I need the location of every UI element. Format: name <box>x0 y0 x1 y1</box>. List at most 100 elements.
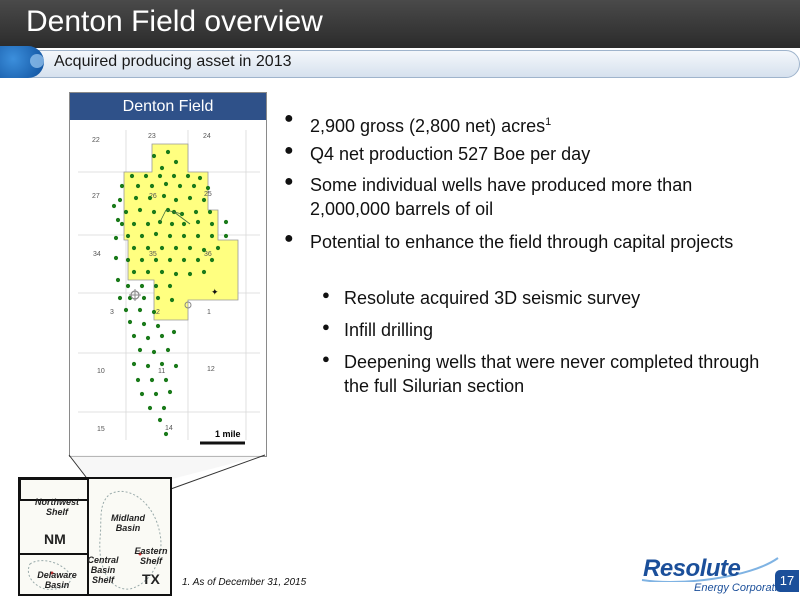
well-marker <box>223 219 229 225</box>
section-number: 24 <box>203 133 211 140</box>
section-number: 10 <box>97 368 105 375</box>
well-marker <box>173 159 179 165</box>
well-marker <box>145 245 151 251</box>
well-marker <box>139 257 145 263</box>
inset-label-nm: NM <box>44 531 66 547</box>
well-marker <box>161 405 167 411</box>
well-marker <box>145 363 151 369</box>
well-marker <box>167 233 173 239</box>
well-marker <box>173 245 179 251</box>
section-number: 14 <box>165 425 173 432</box>
well-marker <box>147 405 153 411</box>
well-marker <box>181 233 187 239</box>
company-logo: Resolute <box>643 555 741 582</box>
well-marker <box>169 221 175 227</box>
well-marker <box>145 335 151 341</box>
well-marker <box>165 149 171 155</box>
section-number: 35 <box>149 251 157 258</box>
well-marker <box>209 221 215 227</box>
well-marker <box>159 165 165 171</box>
well-marker <box>151 309 157 315</box>
well-marker <box>137 307 143 313</box>
well-marker <box>131 221 137 227</box>
well-marker <box>185 173 191 179</box>
well-marker <box>131 245 137 251</box>
well-marker <box>157 417 163 423</box>
well-marker <box>187 271 193 277</box>
well-marker <box>191 183 197 189</box>
well-marker <box>117 197 123 203</box>
bullet-dot: ● <box>284 230 294 247</box>
well-marker <box>181 221 187 227</box>
section-number: 11 <box>158 368 165 375</box>
page-number: 17 <box>775 570 799 592</box>
well-marker <box>201 247 207 253</box>
well-marker <box>187 245 193 251</box>
subtitle-accent-highlight <box>30 54 44 68</box>
well-marker <box>197 175 203 181</box>
section-number: 3 <box>110 309 114 316</box>
well-marker <box>151 349 157 355</box>
well-marker <box>149 377 155 383</box>
map-canvas: 22 23 24 27 26 25 34 35 36 3 2 1 10 11 1… <box>78 130 260 445</box>
well-marker <box>159 361 165 367</box>
well-marker <box>173 363 179 369</box>
sub-bullet-dot: ● <box>322 319 330 334</box>
well-marker <box>141 295 147 301</box>
sub-bullet-item: Deepening wells that were never complete… <box>344 352 760 396</box>
well-marker <box>149 183 155 189</box>
well-marker <box>195 233 201 239</box>
well-marker <box>111 203 117 209</box>
section-number: 27 <box>92 193 100 200</box>
well-marker <box>137 207 143 213</box>
well-marker <box>129 173 135 179</box>
well-marker <box>157 173 163 179</box>
sub-bullet-dot: ● <box>322 351 330 366</box>
well-marker <box>173 271 179 277</box>
well-marker <box>139 391 145 397</box>
well-marker <box>115 217 121 223</box>
footnote: 1. As of December 31, 2015 <box>182 577 307 588</box>
well-marker <box>201 197 207 203</box>
sub-bullet-dot: ● <box>322 287 330 302</box>
well-marker <box>131 333 137 339</box>
well-marker <box>173 197 179 203</box>
inset-label-eastern-shelf: Eastern Shelf <box>134 546 168 566</box>
section-number: 22 <box>92 137 100 144</box>
well-marker <box>153 257 159 263</box>
well-marker <box>171 329 177 335</box>
well-marker <box>159 245 165 251</box>
well-marker <box>163 181 169 187</box>
slide-subtitle: Acquired producing asset in 2013 <box>54 53 292 70</box>
section-number: 1 <box>207 309 211 316</box>
well-marker <box>177 183 183 189</box>
section-number: 23 <box>148 133 156 140</box>
bullet-dot: ● <box>284 173 294 190</box>
section-number: 15 <box>97 426 105 433</box>
well-marker <box>169 297 175 303</box>
well-marker <box>139 233 145 239</box>
slide-title: Denton Field overview <box>26 5 323 38</box>
well-marker <box>151 209 157 215</box>
well-marker <box>167 257 173 263</box>
well-marker <box>139 283 145 289</box>
well-marker <box>119 183 125 189</box>
well-marker <box>195 219 201 225</box>
well-marker <box>141 321 147 327</box>
well-marker <box>125 283 131 289</box>
inset-label-midland-basin: Midland Basin <box>111 513 145 533</box>
well-marker <box>195 257 201 263</box>
field-map: Denton Field 22 23 24 27 26 25 34 35 36 … <box>69 92 267 457</box>
well-marker <box>165 347 171 353</box>
bullet-dot: ● <box>284 110 294 127</box>
map-header: Denton Field <box>70 93 266 120</box>
scale-label: 1 mile <box>215 429 241 439</box>
well-marker <box>117 295 123 301</box>
well-marker <box>123 307 129 313</box>
well-marker <box>133 195 139 201</box>
inset-label-delaware-basin: Delaware Basin <box>37 570 77 590</box>
regional-inset-map: Northwest Shelf NM Midland Basin Central… <box>18 477 172 596</box>
well-marker <box>209 257 215 263</box>
well-marker <box>125 233 131 239</box>
well-marker <box>161 193 167 199</box>
